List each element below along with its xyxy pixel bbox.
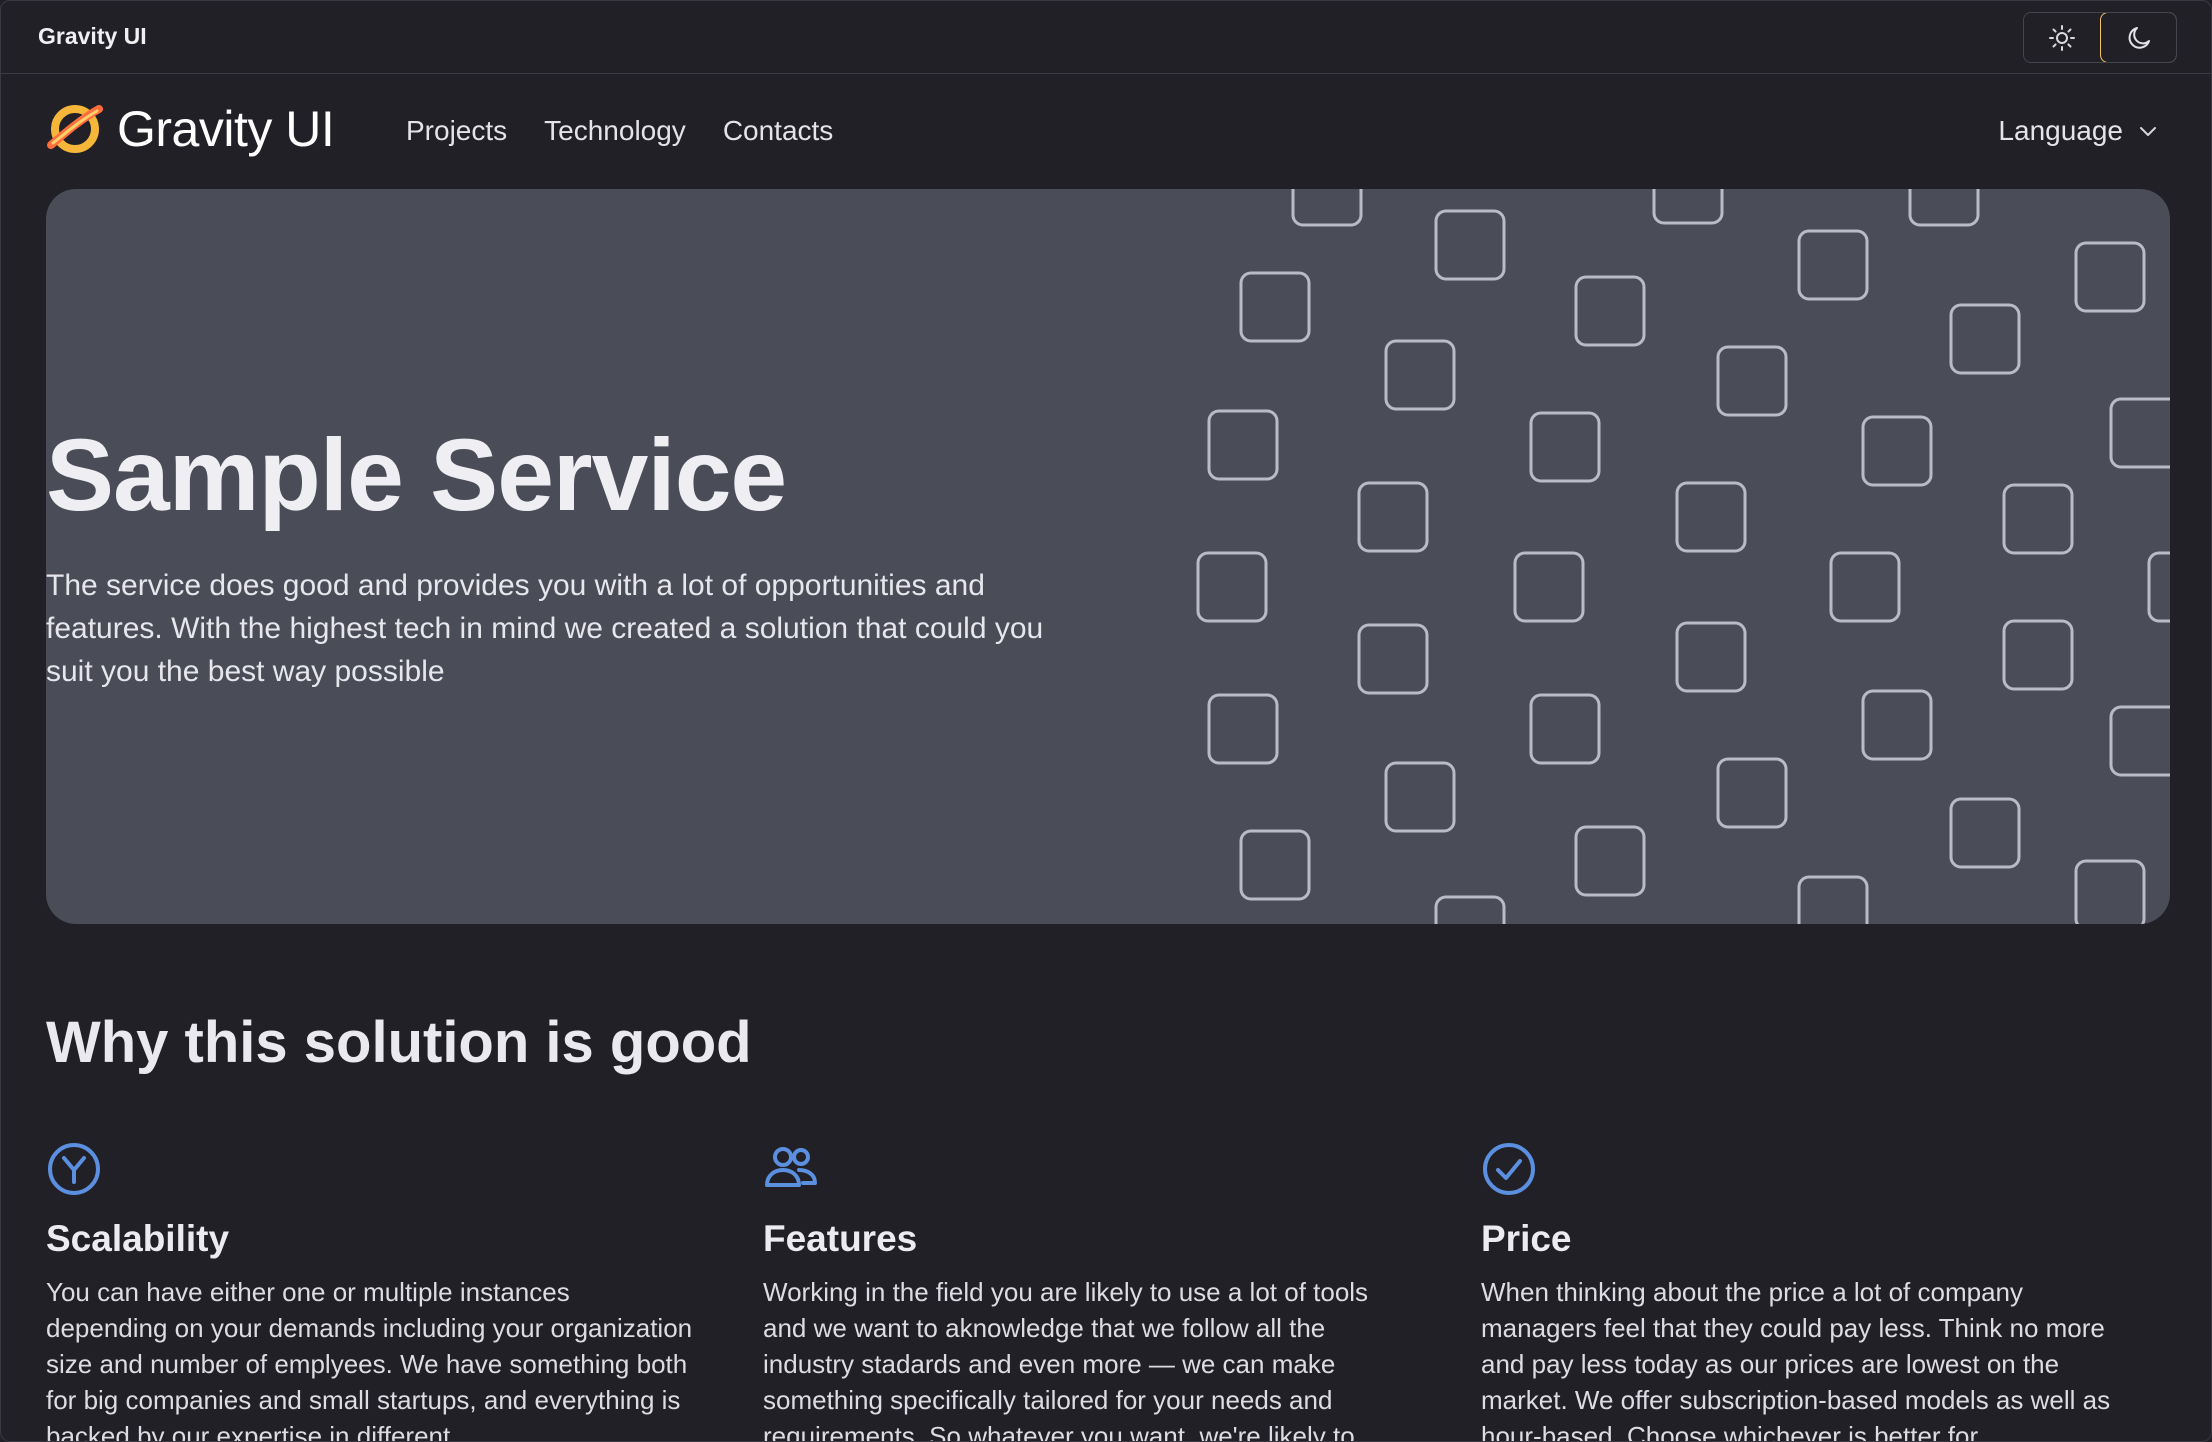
gravity-ui-logo[interactable]: Gravity UI bbox=[45, 99, 335, 159]
sun-icon bbox=[2049, 24, 2075, 51]
top-bar: Gravity UI bbox=[1, 1, 2211, 74]
feature-text: Working in the field you are likely to u… bbox=[763, 1277, 1369, 1442]
nav-link-contacts[interactable]: Contacts bbox=[723, 115, 834, 147]
gravity-logo-icon bbox=[47, 105, 103, 153]
persons-icon bbox=[765, 1147, 817, 1187]
hero-title: Sample Service bbox=[46, 418, 787, 532]
language-label: Language bbox=[1998, 115, 2123, 146]
moon-icon bbox=[2128, 26, 2150, 49]
dark-theme-button[interactable] bbox=[2100, 13, 2176, 62]
feature-card-features: Features Working in the field you are li… bbox=[763, 1141, 1413, 1442]
nav-links: Projects Technology Contacts bbox=[406, 115, 833, 147]
chevron-down-icon bbox=[2140, 127, 2156, 136]
hero-description: The service does good and provides you w… bbox=[46, 569, 1044, 688]
scalability-icon bbox=[48, 1143, 100, 1195]
nav-link-projects[interactable]: Projects bbox=[406, 115, 507, 147]
section-title: Why this solution is good bbox=[46, 1010, 752, 1075]
light-theme-button[interactable] bbox=[2024, 13, 2100, 62]
feature-text: When thinking about the price a lot of c… bbox=[1481, 1277, 2111, 1442]
language-dropdown[interactable]: Language bbox=[1998, 115, 2159, 147]
feature-title: Price bbox=[1481, 1218, 1572, 1259]
feature-title: Features bbox=[763, 1218, 918, 1259]
feature-card-scalability: Scalability You can have either one or m… bbox=[46, 1141, 696, 1442]
feature-text: You can have either one or multiple inst… bbox=[46, 1277, 693, 1442]
logo-text: Gravity UI bbox=[117, 101, 335, 157]
main-nav: Gravity UI Projects Technology Contacts … bbox=[1, 75, 2211, 189]
app-window: Gravity UI Gravity UI Projects Technolog… bbox=[0, 0, 2212, 1442]
feature-title: Scalability bbox=[46, 1218, 230, 1259]
app-title: Gravity UI bbox=[38, 23, 147, 49]
squares-pattern bbox=[1196, 189, 2170, 924]
hero-banner: Sample Service The service does good and… bbox=[46, 189, 2170, 924]
feature-card-price: Price When thinking about the price a lo… bbox=[1481, 1141, 2131, 1442]
circle-check-icon bbox=[1483, 1143, 1535, 1195]
theme-switch bbox=[2023, 12, 2177, 63]
nav-link-technology[interactable]: Technology bbox=[544, 115, 686, 147]
